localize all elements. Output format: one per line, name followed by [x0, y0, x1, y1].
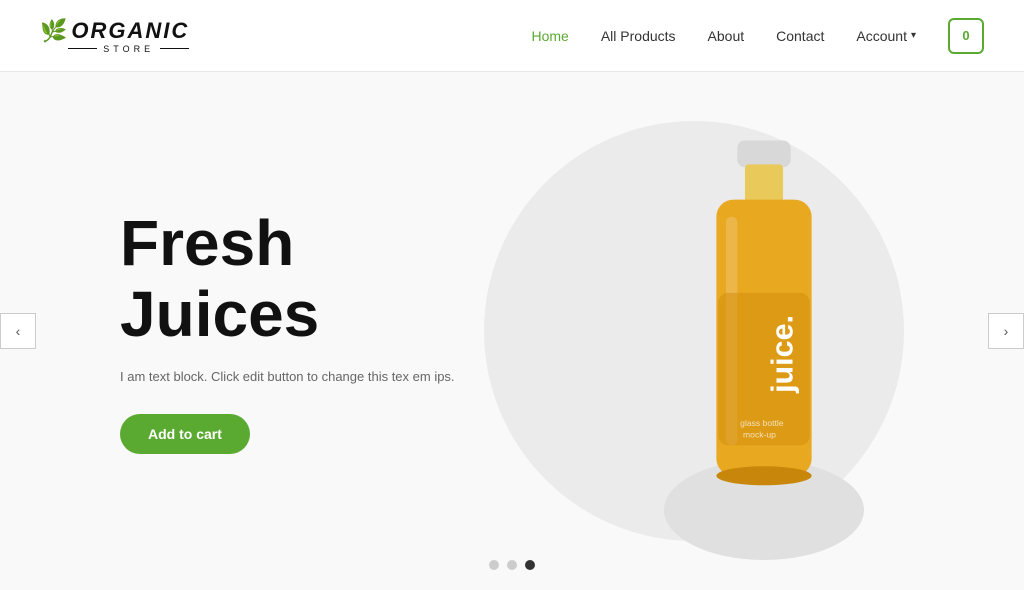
add-to-cart-button[interactable]: Add to cart — [120, 414, 250, 454]
svg-text:juice.: juice. — [766, 315, 800, 394]
hero-subtitle: I am text block. Click edit button to ch… — [120, 369, 500, 384]
juice-bottle-svg: juice. glass bottle mock-up — [684, 131, 844, 531]
hero-title: Fresh Juices — [120, 208, 500, 349]
hero-product-image: juice. glass bottle mock-up — [654, 121, 874, 541]
logo-organic-text: ORGANIC — [71, 18, 189, 44]
nav-contact[interactable]: Contact — [776, 28, 824, 44]
leaf-icon: 🌿 — [40, 20, 67, 42]
prev-slide-button[interactable]: ‹ — [0, 313, 36, 349]
slide-dot-2[interactable] — [507, 560, 517, 570]
cart-count: 0 — [962, 28, 969, 43]
svg-text:glass bottle: glass bottle — [740, 418, 784, 428]
main-nav: Home All Products About Contact Account … — [531, 18, 984, 54]
slide-dot-3[interactable] — [525, 560, 535, 570]
cart-button[interactable]: 0 — [948, 18, 984, 54]
next-arrow-icon: › — [1004, 323, 1009, 339]
chevron-down-icon: ▾ — [911, 30, 916, 41]
prev-arrow-icon: ‹ — [16, 323, 21, 339]
hero-section: Fresh Juices I am text block. Click edit… — [0, 72, 1024, 590]
nav-home[interactable]: Home — [531, 28, 568, 44]
svg-text:mock-up: mock-up — [743, 430, 776, 440]
nav-about[interactable]: About — [708, 28, 745, 44]
nav-all-products[interactable]: All Products — [601, 28, 676, 44]
site-header: 🌿 ORGANIC STORE Home All Products About … — [0, 0, 1024, 72]
nav-account[interactable]: Account ▾ — [856, 28, 916, 44]
hero-content: Fresh Juices I am text block. Click edit… — [0, 208, 500, 454]
logo: 🌿 ORGANIC STORE — [40, 18, 189, 54]
slide-dot-1[interactable] — [489, 560, 499, 570]
logo-store-text: STORE — [103, 44, 154, 54]
next-slide-button[interactable]: › — [988, 313, 1024, 349]
slide-dots — [489, 560, 535, 570]
account-label: Account — [856, 28, 907, 44]
